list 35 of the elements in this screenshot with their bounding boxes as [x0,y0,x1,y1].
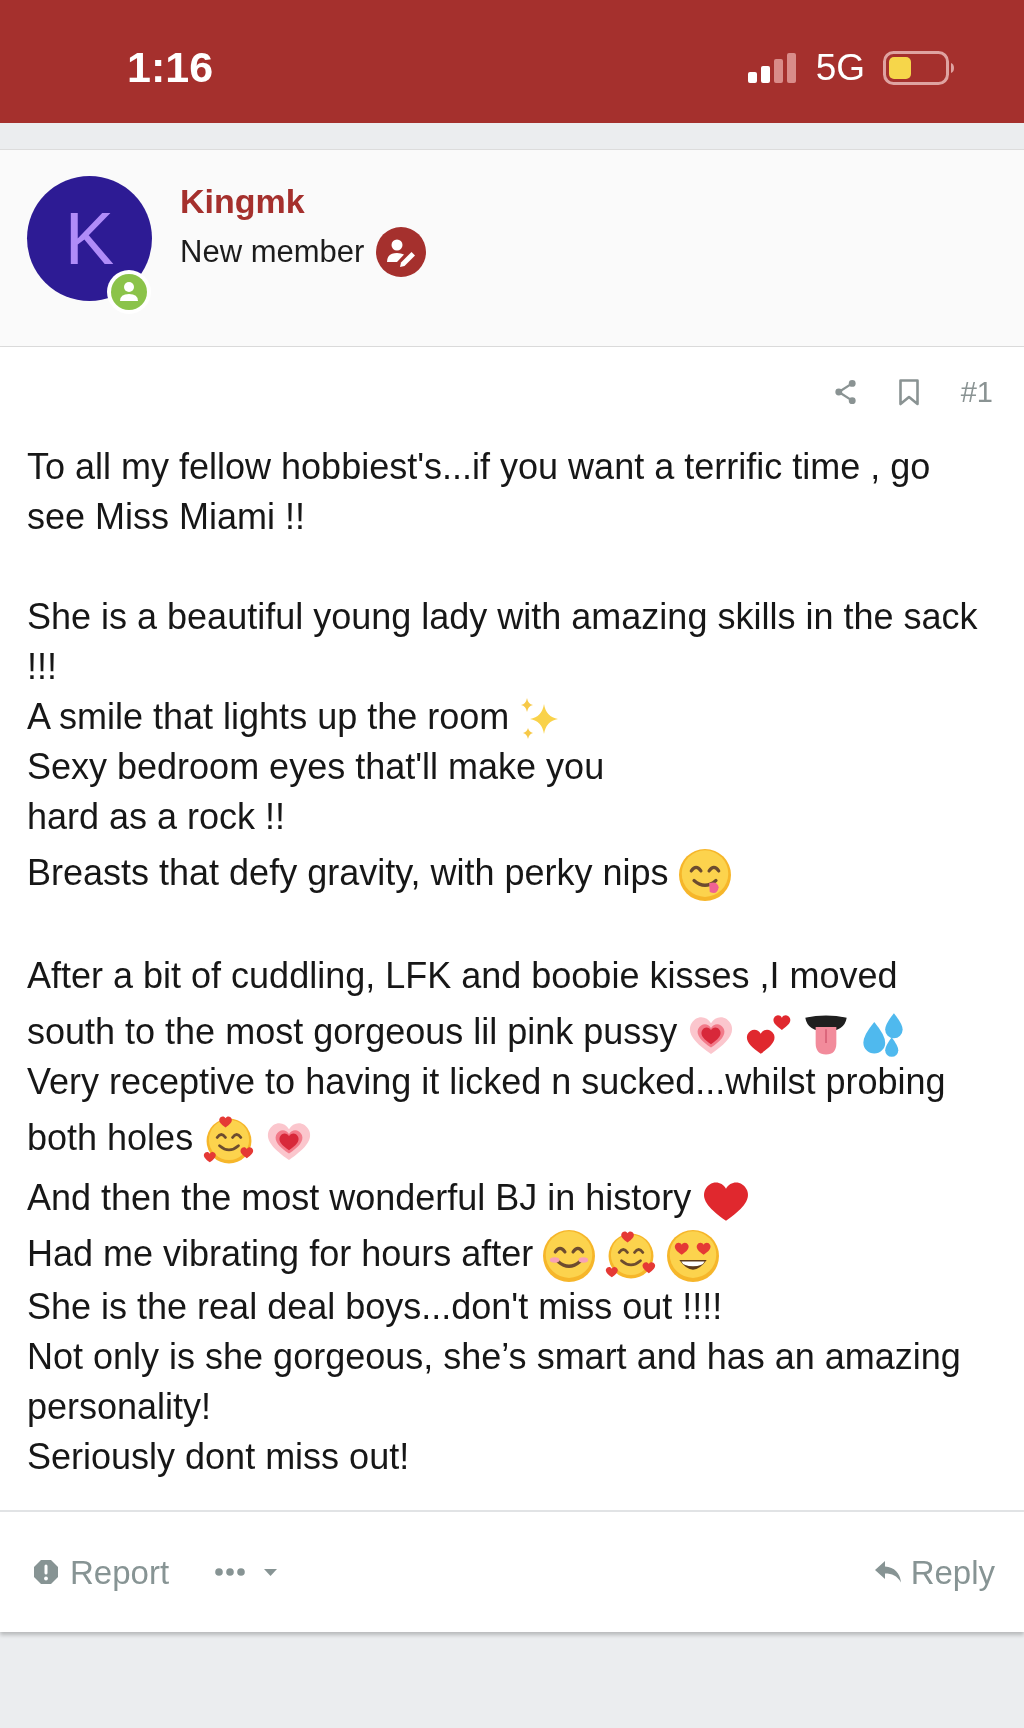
post-text: She is a beautiful young lady with amazing skills in the sack !!! [27,596,978,687]
person-pencil-icon [376,227,427,277]
caret-icon [264,1568,278,1576]
post-text: both holes [27,1117,194,1159]
post-text: south to the most gorgeous lil pink pussy [27,1011,678,1053]
heart-eyes-face-icon [667,1230,720,1283]
bookmark-icon[interactable] [897,378,920,406]
post-text: Not only is she gorgeous, she’s smart and has an amazing personality! [27,1336,961,1428]
post-text: Very receptive to having it licked n sucked...whilst probing [27,1061,946,1103]
post-text: Had me vibrating for hours after [27,1232,534,1274]
reply-button[interactable]: Reply [874,1555,995,1589]
user-title: New member [180,233,365,271]
post-number-link[interactable]: #1 [960,377,993,407]
status-time: 1:16 [127,46,214,89]
post-text: hard as a rock !! [27,796,286,837]
report-button[interactable]: Report [33,1555,170,1589]
report-icon [33,1559,59,1586]
share-icon[interactable] [833,379,857,405]
more-icon [215,1568,246,1577]
avatar[interactable]: K [27,176,152,301]
signal-icon [747,52,798,83]
post-text: Breasts that defy gravity, with perky nips [27,852,669,893]
post-text: A smile that lights up the room [27,696,510,737]
post-text: Sexy bedroom eyes that'll make you [27,746,605,787]
savoring-face-icon [678,849,731,902]
smiling-face-icon [543,1230,596,1283]
post-text: She is the real deal boys...don't miss out !!!! [27,1286,723,1328]
post-text: To all my fellow hobbiest's...if you want a terrific time , go see Miss Miami !! [27,446,931,537]
post-text: And then the most wonderful BJ in history [27,1176,692,1218]
battery-icon [883,50,955,85]
post-text: Seriously dont miss out! [27,1436,410,1478]
reply-icon [874,1561,901,1584]
username-link[interactable]: Kingmk [180,176,427,226]
network-label: 5G [815,49,865,86]
post-text: After a bit of cuddling, LFK and boobie kisses ,I moved [27,955,898,997]
